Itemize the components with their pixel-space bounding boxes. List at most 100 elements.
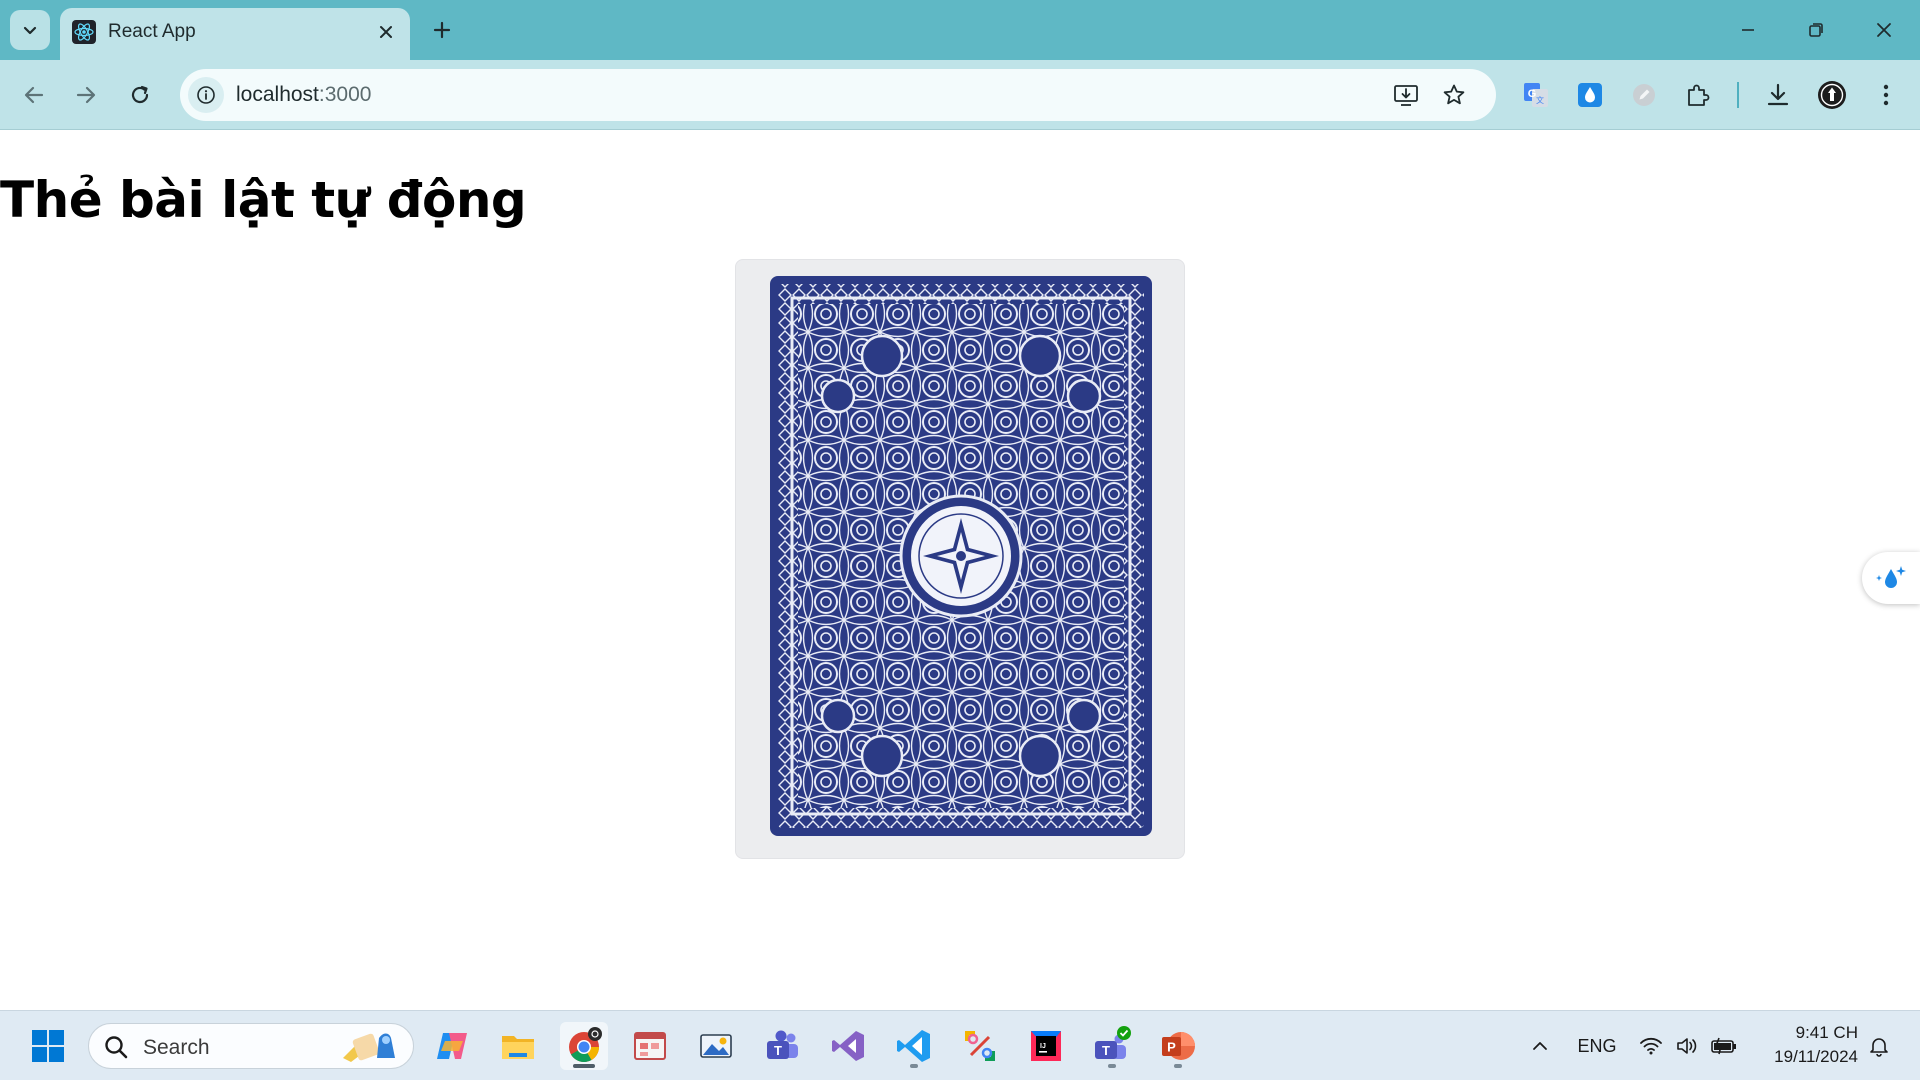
speaker-icon — [1677, 1038, 1697, 1054]
file-explorer-icon — [502, 1036, 534, 1059]
tab-title: React App — [108, 21, 196, 42]
site-info-button[interactable] — [188, 77, 224, 113]
powerpoint-icon: P — [1162, 1032, 1195, 1060]
volume-status[interactable] — [1670, 1029, 1704, 1063]
more-vertical-icon — [1883, 84, 1889, 106]
clock-date: 19/11/2024 — [1774, 1047, 1858, 1066]
taskbar-search[interactable]: Search — [88, 1023, 414, 1069]
new-tab-button[interactable] — [426, 14, 458, 46]
taskbar-intellij[interactable]: IJ — [1022, 1022, 1070, 1070]
close-icon — [380, 26, 392, 38]
todo-app-icon — [634, 1032, 666, 1060]
running-indicator — [910, 1064, 918, 1068]
battery-charging-icon — [1711, 1037, 1736, 1055]
page-content: Thẻ bài lật tự động — [0, 131, 1920, 1010]
bookmark-button[interactable] — [1438, 79, 1470, 111]
forward-button[interactable] — [66, 75, 106, 115]
taskbar-photos[interactable] — [692, 1022, 740, 1070]
page-title: Thẻ bài lật tự động — [0, 171, 527, 229]
close-window-button[interactable] — [1856, 10, 1912, 50]
svg-text:T: T — [774, 1043, 782, 1058]
active-indicator — [573, 1064, 595, 1068]
toolbar-separator — [1737, 82, 1739, 108]
side-assistant-button[interactable] — [1862, 552, 1920, 604]
address-bar[interactable]: localhost:3000 — [180, 69, 1496, 121]
url-host: localhost — [236, 83, 319, 106]
photos-app-icon — [700, 1034, 732, 1058]
show-hidden-icons-button[interactable] — [1522, 1029, 1558, 1063]
windows-taskbar: Search T IJ T P ENG 9:41 CH 19/11/2024 — [0, 1010, 1920, 1080]
flip-card[interactable] — [735, 259, 1185, 859]
svg-text:T: T — [1102, 1043, 1110, 1058]
teams-work-icon: T — [1095, 1026, 1131, 1059]
downloads-button[interactable] — [1760, 77, 1796, 113]
reload-button[interactable] — [120, 75, 160, 115]
wifi-icon — [1640, 1037, 1662, 1055]
intellij-icon: IJ — [1031, 1031, 1061, 1061]
arrow-right-icon — [76, 86, 96, 104]
install-app-icon — [1394, 85, 1418, 106]
water-drop-icon — [1578, 83, 1602, 107]
star-icon — [1443, 84, 1465, 105]
google-translate-extension[interactable]: G文 — [1518, 77, 1554, 113]
profile-button[interactable] — [1814, 77, 1850, 113]
sparkle-drop-icon — [1876, 566, 1906, 588]
snipping-tool-icon — [965, 1031, 995, 1061]
notifications-button[interactable] — [1862, 1029, 1896, 1063]
minimize-button[interactable] — [1720, 10, 1776, 50]
search-icon — [105, 1036, 128, 1059]
install-app-button[interactable] — [1390, 79, 1422, 111]
restore-button[interactable] — [1788, 10, 1844, 50]
pencil-circle-icon — [1633, 84, 1655, 106]
tab-search-button[interactable] — [10, 10, 50, 50]
svg-text:G: G — [1528, 88, 1537, 100]
taskbar-powerpoint[interactable]: P — [1154, 1022, 1202, 1070]
browser-menu-button[interactable] — [1868, 77, 1904, 113]
taskbar-visual-studio[interactable] — [824, 1022, 872, 1070]
visual-studio-icon — [832, 1031, 864, 1061]
browser-title-bar: React App — [0, 0, 1920, 60]
taskbar-snipping-tool[interactable] — [956, 1022, 1004, 1070]
back-button[interactable] — [14, 75, 54, 115]
running-indicator — [1108, 1064, 1116, 1068]
svg-text:P: P — [1167, 1040, 1176, 1055]
react-logo-icon — [72, 20, 96, 44]
taskbar-teams[interactable]: T — [758, 1022, 806, 1070]
taskbar-chrome[interactable] — [560, 1022, 608, 1070]
download-icon — [1767, 83, 1789, 106]
taskbar-vscode[interactable] — [890, 1022, 938, 1070]
close-icon — [1877, 23, 1891, 37]
taskbar-copilot[interactable] — [428, 1022, 476, 1070]
arrow-left-icon — [24, 86, 44, 104]
taskbar-teams-work[interactable]: T — [1088, 1022, 1136, 1070]
clock[interactable]: 9:41 CH 19/11/2024 — [1752, 1021, 1858, 1069]
puzzle-icon — [1688, 84, 1710, 106]
clock-time: 9:41 CH — [1795, 1023, 1858, 1042]
svg-text:IJ: IJ — [1040, 1043, 1046, 1050]
extensions-button[interactable] — [1680, 77, 1716, 113]
bell-icon — [1870, 1038, 1888, 1057]
vscode-icon — [897, 1030, 930, 1062]
language-indicator[interactable]: ENG — [1570, 1029, 1624, 1063]
info-icon — [197, 86, 215, 104]
wifi-status[interactable] — [1634, 1029, 1668, 1063]
url-port: :3000 — [318, 83, 372, 106]
windows-start-icon — [32, 1030, 64, 1062]
battery-status[interactable] — [1706, 1029, 1742, 1063]
reload-icon — [131, 85, 149, 104]
browser-tab-active[interactable]: React App — [60, 8, 410, 60]
url-text[interactable]: localhost:3000 — [236, 83, 371, 107]
pen-extension[interactable] — [1626, 77, 1662, 113]
search-placeholder: Search — [143, 1036, 210, 1059]
svg-text:文: 文 — [1536, 95, 1544, 105]
droplet-extension[interactable] — [1572, 77, 1608, 113]
taskbar-todo-app[interactable] — [626, 1022, 674, 1070]
minimize-icon — [1742, 29, 1754, 31]
restore-icon — [1809, 23, 1823, 37]
taskbar-file-explorer[interactable] — [494, 1022, 542, 1070]
google-translate-icon: G文 — [1524, 83, 1548, 107]
start-button[interactable] — [24, 1022, 72, 1070]
tab-close-button[interactable] — [374, 20, 398, 44]
teams-icon: T — [767, 1030, 798, 1059]
browser-toolbar: localhost:3000 G文 — [0, 60, 1920, 130]
